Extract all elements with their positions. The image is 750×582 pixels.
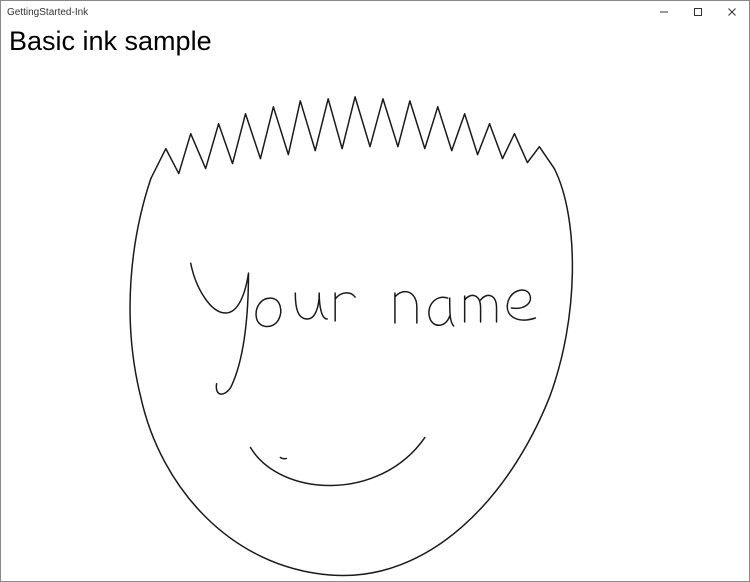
app-content: Basic ink sample bbox=[1, 23, 749, 581]
ink-drawing bbox=[1, 59, 749, 581]
window-title: GettingStarted-Ink bbox=[7, 7, 647, 18]
maximize-button[interactable] bbox=[681, 1, 715, 23]
page-title: Basic ink sample bbox=[9, 27, 741, 57]
window-titlebar[interactable]: GettingStarted-Ink bbox=[1, 1, 749, 23]
close-button[interactable] bbox=[715, 1, 749, 23]
maximize-icon bbox=[693, 7, 703, 17]
ink-canvas[interactable] bbox=[1, 59, 749, 581]
close-icon bbox=[727, 7, 737, 17]
minimize-button[interactable] bbox=[647, 1, 681, 23]
minimize-icon bbox=[659, 7, 669, 17]
window-controls bbox=[647, 1, 749, 23]
